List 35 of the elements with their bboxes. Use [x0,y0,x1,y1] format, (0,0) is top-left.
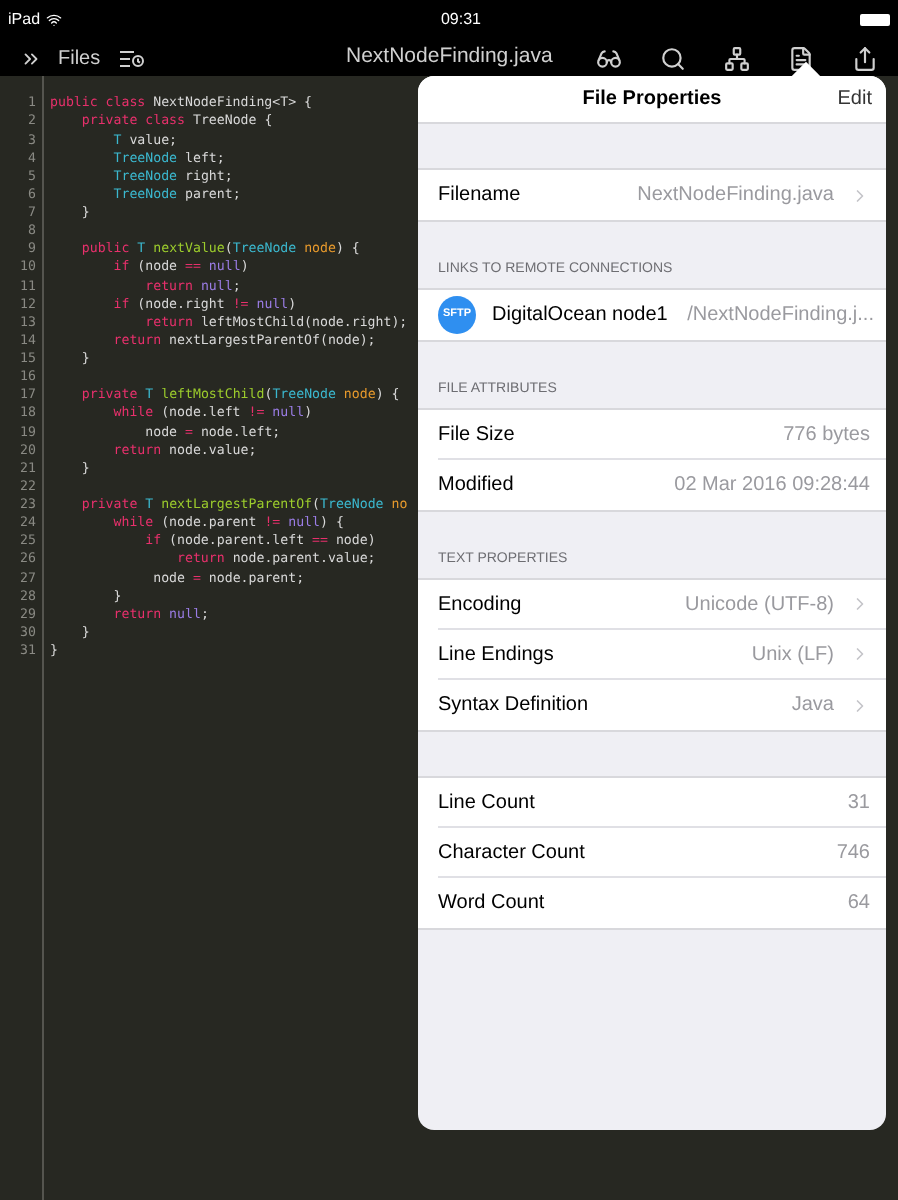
row-value: 746 [836,839,870,867]
files-button[interactable]: Files [58,43,101,73]
connection-name: DigitalOcean node1 [492,302,668,330]
document-icon[interactable] [788,45,814,71]
share-icon[interactable] [852,45,878,71]
remote-path: /NextNodeFinding.j... [687,302,874,330]
row-label: Character Count [438,839,585,867]
glasses-icon[interactable] [596,45,622,71]
row-value: 31 [847,789,870,817]
row-value: 776 bytes [783,421,870,449]
row-label: Filename [438,182,521,210]
battery-icon [859,14,890,26]
row-label: Encoding [438,591,522,619]
sidebar-toggle-icon[interactable] [20,47,42,69]
hierarchy-icon[interactable] [724,45,750,71]
row-value: NextNodeFinding.java [637,182,834,210]
edit-button[interactable]: Edit [837,84,872,114]
row-value: Unicode (UTF-8) [685,591,834,619]
row-label: File Size [438,421,515,449]
clock: 09:31 [440,8,482,32]
row-value: 64 [847,890,870,918]
wifi-icon [46,12,63,28]
device-name: iPad [8,8,41,32]
row-value: 02 Mar 2016 09:28:44 [674,472,870,500]
row-label: Modified [438,472,514,500]
recent-list-icon[interactable] [120,49,145,67]
row-label: Word Count [438,890,545,918]
row-value: Java [791,692,834,720]
search-icon[interactable] [660,45,686,71]
popover-title: File Properties [582,86,722,114]
row-value: Unix (LF) [751,641,834,669]
file-title: NextNodeFinding.java [346,42,553,73]
row-label: Line Count [438,789,535,817]
row-label: Line Endings [438,641,554,669]
row-label: Syntax Definition [438,692,589,720]
